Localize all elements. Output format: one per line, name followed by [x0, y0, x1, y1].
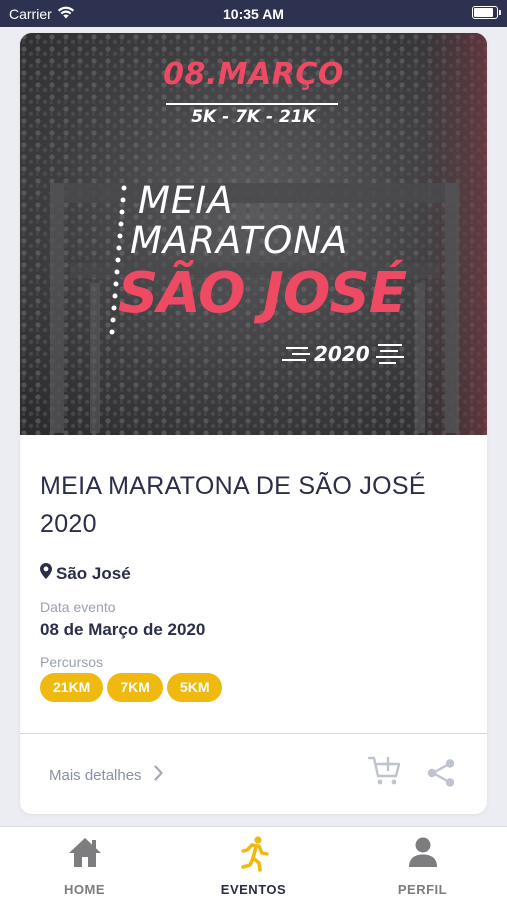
- tab-eventos[interactable]: EVENTOS: [169, 827, 338, 901]
- tab-perfil-label: PERFIL: [397, 882, 448, 897]
- chevron-right-icon: [153, 765, 163, 785]
- banner-divider: [166, 103, 338, 105]
- date-label: Data evento: [40, 599, 116, 615]
- event-card[interactable]: 08.MARÇO 5K - 7K - 21K MEIA MARATONA SÃO…: [20, 33, 487, 814]
- event-title: MEIA MARATONA DE SÃO JOSÉ 2020: [40, 472, 426, 538]
- event-location: São José: [40, 563, 131, 584]
- location-pin-icon: [40, 563, 52, 584]
- runner-icon: [169, 836, 338, 872]
- card-divider: [20, 733, 487, 734]
- location-label: São José: [56, 563, 131, 583]
- route-chip-7km: 7KM: [107, 673, 163, 702]
- add-to-cart-icon[interactable]: [367, 755, 402, 792]
- banner-title-line2: MARATONA: [130, 219, 349, 262]
- routes-chips: 21KM 7KM 5KM: [40, 673, 223, 702]
- tab-home-label: HOME: [64, 882, 105, 897]
- event-banner-image: 08.MARÇO 5K - 7K - 21K MEIA MARATONA SÃO…: [20, 33, 487, 435]
- routes-label: Percursos: [40, 654, 104, 670]
- tab-bar: HOME EVENTOS PERFIL: [0, 826, 507, 901]
- status-bar: Carrier 10:35 AM: [0, 0, 507, 27]
- tab-perfil[interactable]: PERFIL: [338, 827, 507, 901]
- banner-title-line1: MEIA: [138, 179, 234, 222]
- banner-year: 2020: [314, 342, 370, 366]
- more-details-label: Mais detalhes: [49, 766, 142, 784]
- home-icon: [0, 836, 169, 870]
- banner-distances: 5K - 7K - 21K: [191, 107, 316, 127]
- more-details-link[interactable]: Mais detalhes: [49, 765, 163, 785]
- status-time: 10:35 AM: [223, 6, 284, 22]
- route-chip-5km: 5KM: [166, 673, 223, 702]
- tab-home[interactable]: HOME: [0, 827, 169, 901]
- tab-eventos-label: EVENTOS: [220, 882, 287, 897]
- share-icon[interactable]: [426, 758, 456, 793]
- date-value: 08 de Março de 2020: [40, 620, 206, 639]
- battery-icon: [472, 6, 501, 19]
- user-icon: [338, 836, 507, 870]
- banner-date: 08.MARÇO: [163, 57, 344, 92]
- banner-title-line3: SÃO JOSÉ: [118, 261, 407, 326]
- route-chip-21km: 21KM: [40, 673, 104, 702]
